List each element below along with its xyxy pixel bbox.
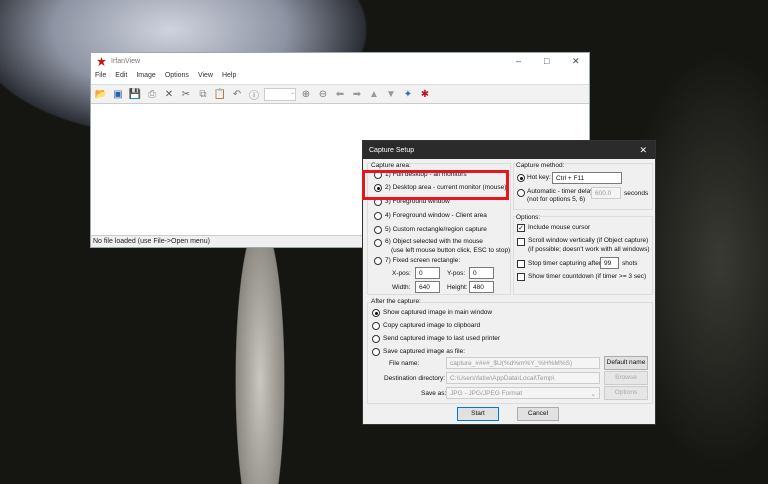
stop-timer-checkbox[interactable] [517, 260, 525, 268]
slideshow-icon[interactable]: ▣ [111, 87, 125, 101]
countdown-label: Show timer countdown (if timer >= 3 sec) [528, 273, 647, 280]
arrow-left-icon[interactable]: ⬅ [333, 87, 347, 101]
option-label: Send captured image to last used printer [383, 335, 501, 342]
close-button[interactable]: ✕ [572, 56, 580, 67]
menu-edit[interactable]: Edit [115, 72, 127, 82]
include-cursor-checkbox[interactable]: ✓ [517, 224, 525, 232]
height-input[interactable]: 480 [469, 281, 494, 293]
shots-label: shots [622, 260, 638, 267]
ypos-label: Y-pos: [447, 270, 466, 277]
page-up-icon[interactable]: ▲ [367, 87, 381, 101]
height-label: Height: [447, 284, 468, 291]
hotkey-input[interactable]: Ctrl + F11 [552, 172, 622, 184]
print-icon[interactable]: ⎙ [145, 87, 159, 101]
countdown-checkbox[interactable] [517, 273, 525, 281]
width-label: Width: [392, 284, 411, 291]
auto-timer-sublabel: (not for options 5, 6) [527, 196, 586, 203]
page-down-icon[interactable]: ▼ [384, 87, 398, 101]
width-input[interactable]: 640 [415, 281, 440, 293]
after-capture-label: After the capture: [371, 298, 421, 305]
destination-input[interactable]: C:\Users\fatiw\AppData\Local\Temp\ [446, 372, 600, 384]
save-as-label: Save as: [421, 390, 447, 397]
dialog-close-icon[interactable]: ✕ [639, 145, 647, 156]
file-name-input[interactable]: capture_####_$U(%d%m%Y_%H%M%S) [446, 357, 600, 369]
option-label: 7) Fixed screen rectangle: [385, 257, 461, 264]
dialog-title: Capture Setup [369, 146, 415, 154]
menu-help[interactable]: Help [222, 72, 236, 82]
delete-icon[interactable]: ✕ [162, 87, 176, 101]
radio-foreground-client[interactable] [374, 212, 382, 220]
auto-timer-label: Automatic - timer delay: [527, 188, 596, 195]
start-button[interactable]: Start [457, 407, 499, 421]
menu-bar: File Edit Image Options View Help [91, 70, 589, 84]
radio-show-main-window[interactable] [372, 309, 380, 317]
menu-file[interactable]: File [95, 72, 106, 82]
radio-fixed-rectangle[interactable] [374, 257, 382, 265]
menu-image[interactable]: Image [136, 72, 155, 82]
save-icon[interactable]: 💾 [128, 87, 142, 101]
options-button[interactable]: Options [604, 386, 648, 400]
save-as-value: JPG - JPG/JPEG Format [450, 390, 523, 397]
highlight-box [362, 170, 509, 200]
hotkey-label: Hot key: [527, 174, 551, 181]
irfanview-logo-icon [97, 57, 106, 66]
file-name-label: File name: [389, 360, 420, 367]
arrow-right-icon[interactable]: ➡ [350, 87, 364, 101]
radio-automatic-timer[interactable] [517, 189, 525, 197]
option-label: 5) Custom rectangle/region capture [385, 226, 487, 233]
xpos-input[interactable]: 0 [415, 267, 440, 279]
shots-input[interactable]: 99 [600, 257, 619, 269]
chevron-down-icon: ⌄ [590, 391, 596, 398]
destination-label: Destination directory: [384, 375, 446, 382]
option-label: 6) Object selected with the mouse [385, 238, 483, 245]
cut-icon[interactable]: ✂ [179, 87, 193, 101]
dialog-title-bar: Capture Setup ✕ [363, 141, 655, 159]
irfanview-logo-icon[interactable]: ✱ [418, 87, 432, 101]
timer-delay-input[interactable]: 600.0 [591, 187, 621, 199]
option-label: 4) Foreground window - Client area [385, 212, 487, 219]
info-icon[interactable]: ⓘ [247, 87, 261, 102]
zoom-out-icon[interactable]: ⊖ [316, 87, 330, 101]
scroll-window-sublabel: (if possible; doesn't work with all wind… [528, 246, 650, 253]
maximize-button[interactable]: □ [544, 56, 549, 66]
zoom-select[interactable]: ⌄ [264, 87, 296, 101]
default-name-button[interactable]: Default name [604, 356, 648, 370]
include-cursor-label: Include mouse cursor [528, 224, 591, 231]
capture-area-label: Capture area: [371, 162, 411, 169]
radio-copy-clipboard[interactable] [372, 322, 380, 330]
menu-options[interactable]: Options [165, 72, 189, 82]
radio-send-printer[interactable] [372, 335, 380, 343]
ypos-input[interactable]: 0 [469, 267, 494, 279]
stop-timer-label: Stop timer capturing after: [528, 260, 603, 267]
settings-icon[interactable]: ✦ [401, 87, 415, 101]
seconds-label: seconds [624, 190, 649, 197]
cancel-button[interactable]: Cancel [517, 407, 559, 421]
capture-method-label: Capture method: [516, 162, 565, 169]
save-as-select[interactable]: JPG - JPG/JPEG Format ⌄ [446, 387, 600, 399]
menu-view[interactable]: View [198, 72, 213, 82]
options-label: Options: [516, 214, 541, 221]
option-label: Save captured image as file: [383, 348, 466, 355]
zoom-in-icon[interactable]: ⊕ [299, 87, 313, 101]
option-label: Copy captured image to clipboard [383, 322, 481, 329]
toolbar: 📂 ▣ 💾 ⎙ ✕ ✂ ⧉ 📋 ↶ ⓘ ⌄ ⊕ ⊖ ⬅ ➡ ▲ ▼ ✦ ✱ [91, 84, 589, 104]
copy-icon[interactable]: ⧉ [196, 87, 210, 101]
paste-icon[interactable]: 📋 [213, 87, 227, 101]
title-bar: IrfanView [91, 53, 589, 70]
radio-custom-rectangle[interactable] [374, 226, 382, 234]
window-title: IrfanView [111, 58, 141, 65]
browse-button[interactable]: Browse [604, 371, 648, 385]
xpos-label: X-pos: [392, 270, 411, 277]
option-label: Show captured image in main window [383, 309, 493, 316]
radio-save-file[interactable] [372, 348, 380, 356]
option-sublabel: (use left mouse button click, ESC to sto… [391, 247, 511, 254]
scroll-window-label: Scroll window vertically (if Object capt… [528, 237, 649, 244]
radio-hotkey[interactable] [517, 174, 525, 182]
scroll-window-checkbox[interactable] [517, 238, 525, 246]
undo-icon[interactable]: ↶ [230, 87, 244, 101]
radio-object-selected[interactable] [374, 239, 382, 247]
folder-open-icon[interactable]: 📂 [94, 87, 108, 101]
minimize-button[interactable]: – [516, 56, 521, 66]
